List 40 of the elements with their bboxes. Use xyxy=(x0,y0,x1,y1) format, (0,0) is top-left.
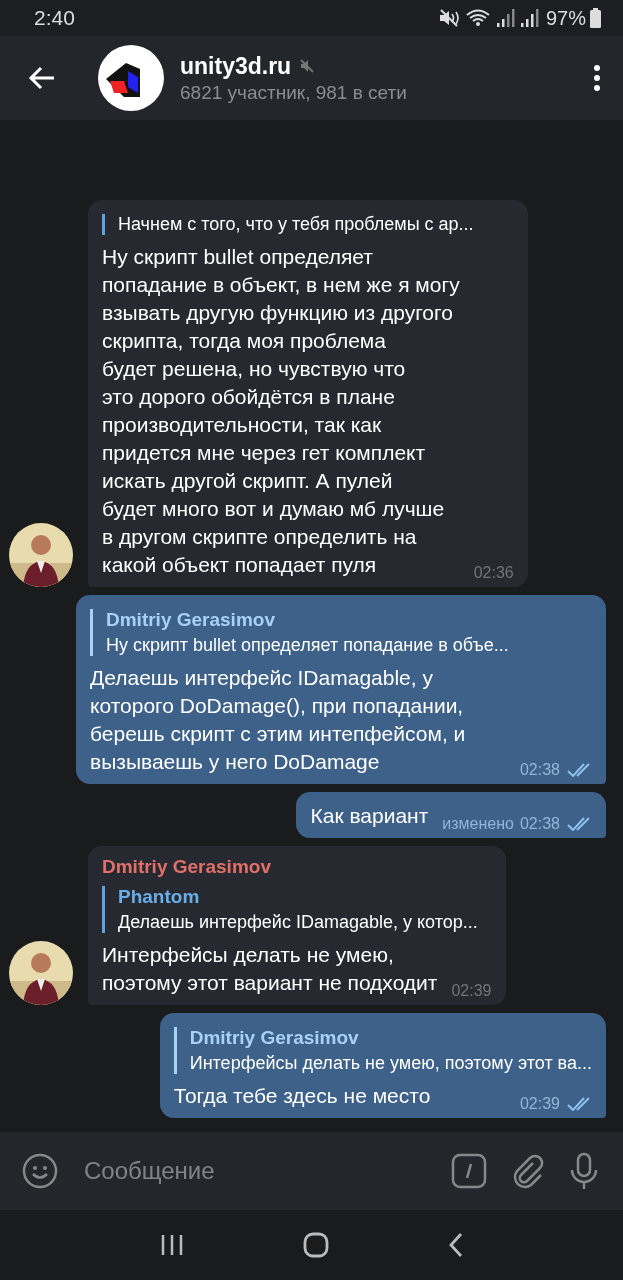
back-icon[interactable] xyxy=(447,1232,464,1258)
member-count: 6821 участник, 981 в сети xyxy=(180,81,408,104)
message-time: 02:39 xyxy=(451,981,492,1001)
reply-text: Делаешь интерфейс IDamagable, у котор... xyxy=(118,912,479,933)
mute-icon xyxy=(437,8,462,28)
more-icon[interactable] xyxy=(593,65,601,91)
microphone-icon[interactable] xyxy=(569,1152,599,1190)
message-time: 02:38 xyxy=(519,760,560,780)
battery-level: 97% xyxy=(545,6,586,30)
reply-author: Phantom xyxy=(118,886,201,908)
back-icon[interactable] xyxy=(28,66,56,90)
message-text: Интерфейсы делать не умею, поэтому этот вариант не подходит xyxy=(102,942,438,996)
message-text: Тогда тебе здесь не место xyxy=(173,1083,431,1109)
message-text: Как вариант xyxy=(310,803,429,829)
message-time: 02:39 xyxy=(519,1094,560,1114)
wifi-icon xyxy=(465,8,492,28)
channel-avatar[interactable] xyxy=(98,45,164,111)
command-icon[interactable] xyxy=(451,1153,487,1189)
signal-icon xyxy=(495,8,516,28)
reply-author: Dmitriy Gerasimov xyxy=(106,609,276,631)
sender-name: Dmitriy Gerasimov xyxy=(102,856,272,878)
message-time: 02:38 xyxy=(519,814,560,834)
status-time: 2:40 xyxy=(34,6,75,30)
attach-icon[interactable] xyxy=(511,1153,545,1189)
signal-icon xyxy=(519,8,540,28)
recent-apps-icon[interactable] xyxy=(159,1233,184,1257)
message-text: Ну скрипт bullet определяет попадание в объект, в нем же я могу взывать другую функцию из другого скрипта, тогда моя проблема будет решена, но чувствую что это дорого обойдётся в плане производительности, так как придется мне через гет комплект искать другой скрипт. А пулей будет много вот и думаю мб лучше в другом скрипте определить на какой объект попадает пуля xyxy=(102,244,460,578)
reply-author: Dmitriy Gerasimov xyxy=(189,1027,360,1049)
battery-icon xyxy=(590,8,601,28)
reply-text: Ну скрипт bullet определяет попадание в объе... xyxy=(106,635,510,656)
chat-title: unity3d.ru xyxy=(180,52,292,80)
reply-text: Интерфейсы делать не умею, поэтому этот ва... xyxy=(189,1053,592,1074)
edited-label: изменено xyxy=(442,814,514,834)
emoji-icon[interactable] xyxy=(22,1153,58,1189)
message-time: 02:36 xyxy=(473,563,514,583)
home-icon[interactable] xyxy=(302,1232,329,1258)
reply-quote[interactable]: Phantom Делаешь интерфейс IDamagable, у котор... xyxy=(102,886,492,933)
message-text: Делаешь интерфейс IDamagable, у которого DoDamage(), при попадании, берешь скрипт с этим интепфейсом, и вызываешь у него DoDamage xyxy=(90,665,467,775)
reply-quote[interactable]: Dmitriy Gerasimov Ну скрипт bullet определяет попадание в объе... xyxy=(90,609,592,656)
reply-quote[interactable]: Dmitriy Gerasimov Интерфейсы делать не умею, поэтому этот ва... xyxy=(173,1027,592,1074)
